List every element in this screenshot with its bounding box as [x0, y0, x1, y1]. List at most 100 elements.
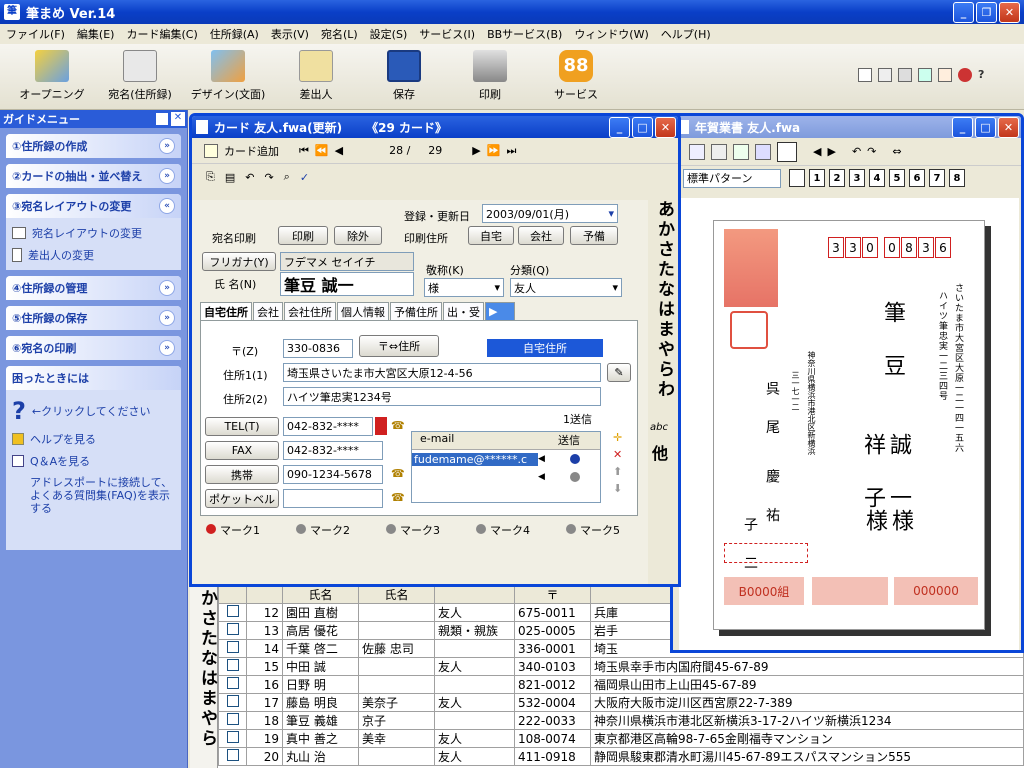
page-add-icon[interactable] — [789, 169, 805, 187]
qa-link[interactable]: Q＆Aを見る — [12, 450, 175, 472]
dropdown-icon[interactable]: ▾ — [608, 207, 614, 220]
guide-group-6[interactable]: ⑥宛名の印刷» — [6, 336, 181, 360]
add-card-button[interactable]: カード追加 — [224, 143, 279, 159]
mark-2[interactable]: マーク2 — [296, 522, 350, 538]
table-row[interactable]: 18 筆豆 義雄 京子 222-0033 神奈川県横浜市港北区新横浜3-17-2ハイツ新… — [218, 711, 1024, 730]
guide-group-5[interactable]: ⑤住所録の保存» — [6, 306, 181, 330]
layout-number-button[interactable]: 2 — [829, 169, 845, 187]
address1-field[interactable]: 埼玉県さいたま市大宮区大原12-4-56 — [283, 363, 601, 382]
table-row[interactable]: 19 真中 善之 美幸 友人 108-0074 東京都港区高輪98-7-65金剛福寺マンシ… — [218, 729, 1024, 748]
menu-window[interactable]: ウィンドウ(W) — [568, 26, 654, 42]
table-row[interactable]: 16 日野 明 821-0012 福岡県山田市上山田45-67-89 — [218, 675, 1024, 694]
service-button[interactable]: 88 サービス — [538, 50, 614, 102]
scroll-left-icon[interactable]: ◀ — [538, 454, 550, 464]
address2-field[interactable]: ハイツ筆忠実1234号 — [283, 387, 601, 406]
click-hint[interactable]: ? ←クリックしてください — [12, 394, 175, 428]
email-row-empty[interactable]: ◀ — [412, 468, 600, 486]
mark-1[interactable]: マーク1 — [206, 522, 260, 538]
print-on-button[interactable]: 印刷 — [278, 226, 328, 245]
tab-scroll-right[interactable]: ▶ — [485, 302, 515, 320]
help-icon[interactable]: ? — [978, 68, 992, 82]
last-icon[interactable]: ⏭ — [506, 144, 516, 158]
print-addr-spare-button[interactable]: 予備 — [570, 226, 618, 245]
layout-number-button[interactable]: 5 — [889, 169, 905, 187]
row-checkbox[interactable] — [226, 623, 239, 635]
undo-icon[interactable]: ↶ — [245, 171, 254, 184]
chevron-up-icon[interactable]: « — [159, 198, 175, 214]
next-icon[interactable]: ▶ — [472, 144, 480, 157]
move-up-icon[interactable]: ⬆ — [613, 465, 622, 478]
tel-phone-icon[interactable] — [375, 417, 387, 435]
undo-icon[interactable]: ↶ — [852, 145, 861, 158]
table-row[interactable]: 20 丸山 治 友人 411-0918 静岡県駿東郡清水町湯川45-67-89エスパスマ… — [218, 747, 1024, 766]
next-icon[interactable]: ▶ — [827, 145, 835, 158]
fax-button[interactable]: FAX — [205, 441, 279, 460]
first-icon[interactable]: ⏮ — [299, 144, 309, 158]
minimize-button[interactable]: _ — [952, 116, 973, 138]
sender-change-link[interactable]: 差出人の変更 — [12, 244, 175, 266]
chevron-down-icon[interactable]: » — [159, 280, 175, 296]
layout-number-button[interactable]: 6 — [909, 169, 925, 187]
tab-send-receive[interactable]: 出・受 — [443, 302, 484, 320]
opening-button[interactable]: オープニング — [14, 50, 90, 102]
tab-company[interactable]: 会社 — [253, 302, 283, 320]
close-button[interactable]: ✕ — [998, 116, 1019, 138]
menu-edit[interactable]: 編集(E) — [71, 26, 121, 42]
fax-field[interactable]: 042-832-**** — [283, 441, 383, 460]
guide-group-3[interactable]: ③宛名レイアウトの変更 « 宛名レイアウトの変更 差出人の変更 — [6, 194, 181, 270]
address-edit-button[interactable]: ✎ — [607, 363, 631, 382]
menu-atena[interactable]: 宛名(L) — [315, 26, 364, 42]
layout-number-button[interactable]: 7 — [929, 169, 945, 187]
row-checkbox[interactable] — [226, 677, 239, 689]
menu-card-edit[interactable]: カード編集(C) — [120, 26, 203, 42]
pager-field[interactable] — [283, 489, 383, 508]
move-down-icon[interactable]: ⬇ — [613, 482, 622, 495]
guide-group-1[interactable]: ①住所録の作成» — [6, 134, 181, 158]
send-flag-icon[interactable] — [570, 472, 580, 482]
zip-convert-button[interactable]: 〒⇔住所 — [359, 335, 439, 357]
redo-icon[interactable]: ↷ — [867, 145, 876, 158]
zip-field[interactable]: 330-0836 — [283, 339, 353, 358]
columns-icon[interactable] — [755, 143, 771, 160]
grid-icon[interactable] — [898, 68, 912, 82]
copy-icon[interactable]: ⎘ — [206, 170, 215, 184]
menu-bb-service[interactable]: BBサービス(B) — [481, 26, 568, 42]
back-icon[interactable] — [958, 68, 972, 82]
design-button[interactable]: デザイン(文面) — [190, 50, 266, 102]
row-checkbox[interactable] — [226, 641, 239, 653]
pattern-select[interactable]: 標準パターン — [683, 168, 781, 188]
menu-address-book[interactable]: 住所録(A) — [204, 26, 265, 42]
layout-change-link[interactable]: 宛名レイアウトの変更 — [12, 222, 175, 244]
menu-settings[interactable]: 設定(S) — [364, 26, 414, 42]
mobile-field[interactable]: 090-1234-5678 — [283, 465, 383, 484]
guide-group-2[interactable]: ②カードの抽出・並べ替え» — [6, 164, 181, 188]
close-button[interactable]: ✕ — [999, 2, 1020, 23]
save-button[interactable]: 保存 — [366, 50, 442, 102]
paste-icon[interactable]: ▤ — [225, 171, 235, 184]
print-button[interactable]: 印刷 — [452, 50, 528, 102]
menu-service[interactable]: サービス(I) — [413, 26, 481, 42]
layout-number-button[interactable]: 8 — [949, 169, 965, 187]
page-icon[interactable] — [777, 141, 797, 162]
scroll-left-icon[interactable]: ◀ — [538, 472, 550, 482]
chevron-down-icon[interactable]: » — [159, 310, 175, 326]
print-addr-home-button[interactable]: 自宅 — [468, 226, 514, 245]
row-checkbox[interactable] — [226, 749, 239, 761]
mark-5[interactable]: マーク5 — [566, 522, 620, 538]
check-icon[interactable]: ✓ — [300, 171, 309, 184]
redo-icon[interactable]: ↷ — [264, 171, 273, 184]
row-checkbox[interactable] — [226, 605, 239, 617]
minimize-button[interactable]: _ — [953, 2, 974, 23]
furigana-field[interactable]: フデマメ セイイチ — [280, 252, 414, 271]
close-button[interactable]: ✕ — [655, 116, 676, 138]
panel-close-icon[interactable]: ✕ — [171, 112, 185, 126]
guide-group-4[interactable]: ④住所録の管理» — [6, 276, 181, 300]
prev-page-icon[interactable]: ⏪ — [315, 144, 329, 157]
mobile-button[interactable]: 携帯 — [205, 465, 279, 484]
pager-button[interactable]: ポケットベル — [205, 489, 279, 508]
dial-icon[interactable]: ☎ — [391, 467, 405, 480]
furigana-button[interactable]: フリガナ(Y) — [202, 252, 276, 271]
exclude-button[interactable]: 除外 — [334, 226, 382, 245]
layout-icon[interactable] — [858, 68, 872, 82]
move-icon[interactable]: ⇔ — [892, 145, 901, 158]
